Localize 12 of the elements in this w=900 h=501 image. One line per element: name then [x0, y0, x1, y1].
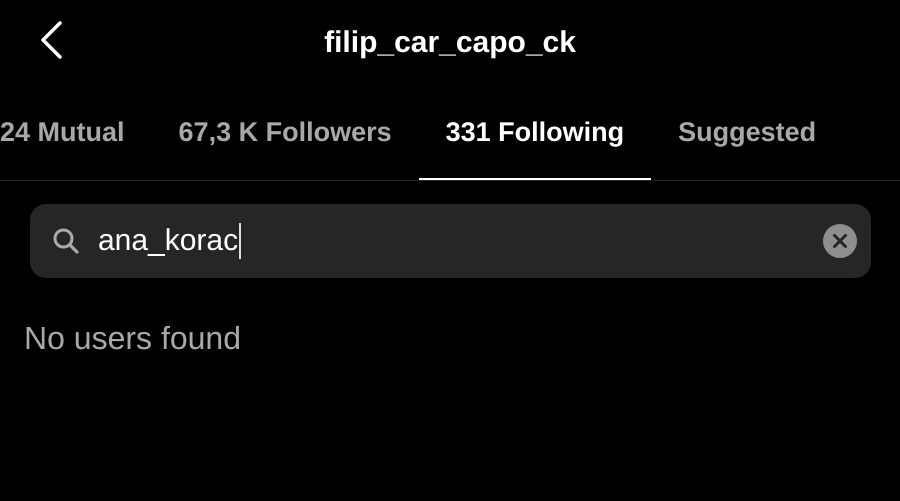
profile-username: filip_car_capo_ck	[324, 26, 576, 60]
empty-message: No users found	[24, 320, 242, 357]
tab[interactable]: 67,3 K Followers	[152, 86, 419, 180]
text-cursor	[239, 223, 242, 259]
search-field[interactable]: ana_korac	[30, 204, 871, 278]
back-icon[interactable]	[38, 20, 64, 60]
search-text: ana_korac	[98, 224, 238, 258]
tab[interactable]: Suggested	[651, 86, 844, 180]
tab[interactable]: 331 Following	[418, 86, 652, 180]
clear-icon[interactable]	[823, 224, 857, 258]
tab[interactable]: 24 Mutual	[0, 86, 152, 180]
search-icon	[52, 227, 80, 255]
